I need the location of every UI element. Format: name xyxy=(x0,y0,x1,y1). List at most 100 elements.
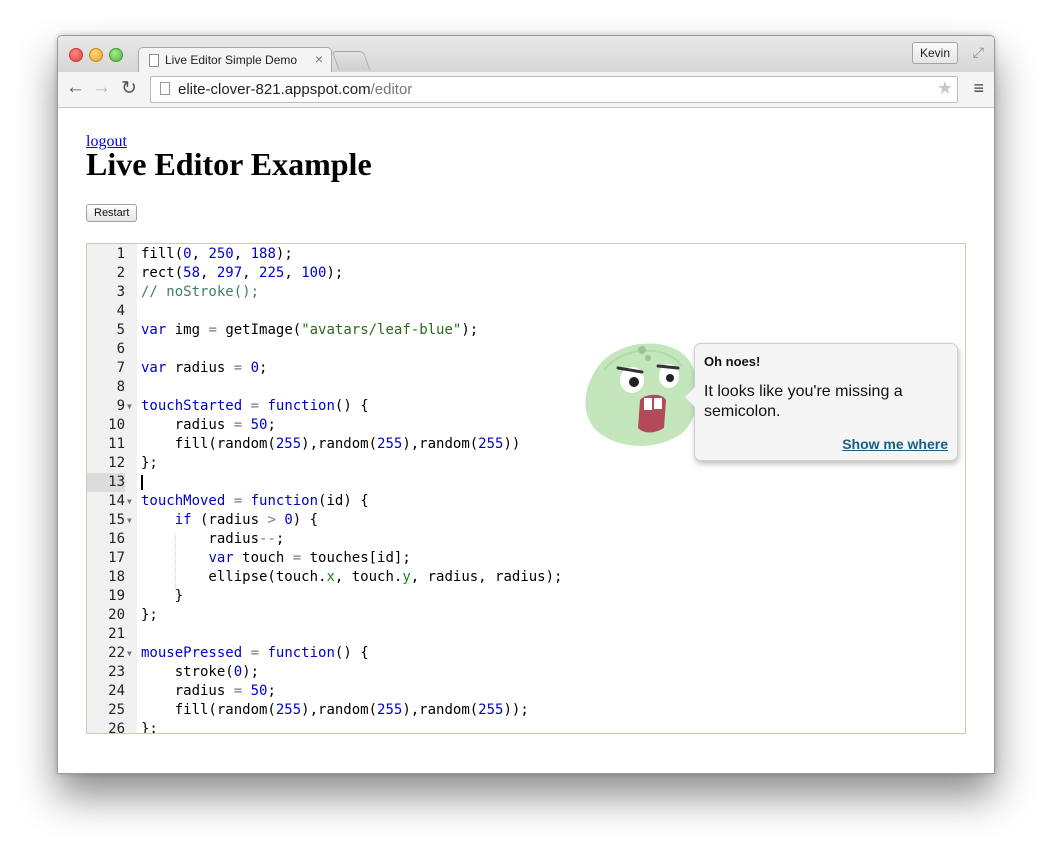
line-number: 2 xyxy=(116,265,125,281)
code-line[interactable]: 15 ▼ if (radius > 0) { xyxy=(87,511,965,530)
bubble-pointer xyxy=(685,387,695,407)
code-line[interactable]: 5 var img = getImage("avatars/leaf-blue")… xyxy=(87,321,965,340)
line-number: 8 xyxy=(116,379,125,395)
line-number: 4 xyxy=(116,303,125,319)
line-number: 6 xyxy=(116,341,125,357)
code-line[interactable]: 19 } xyxy=(87,587,965,606)
code-line[interactable]: 20}; xyxy=(87,606,965,625)
line-code: rect(58, 297, 225, 100); xyxy=(141,265,344,281)
page-icon xyxy=(149,54,159,67)
url-text: elite-clover-821.appspot.com/editor xyxy=(178,81,412,98)
code-line[interactable]: 18 ellipse(touch.x, touch.y, radius, rad… xyxy=(87,568,965,587)
line-code: radius--; xyxy=(141,531,285,547)
page-icon xyxy=(160,82,170,95)
browser-window: Live Editor Simple Demo × Kevin ⤢ ← → ↻ … xyxy=(57,35,995,774)
line-code: }; xyxy=(141,607,158,623)
fullscreen-icon[interactable]: ⤢ xyxy=(973,44,984,61)
profile-button[interactable]: Kevin xyxy=(911,42,958,64)
line-number: 20 xyxy=(108,607,125,623)
line-code: ellipse(touch.x, touch.y, radius, radius… xyxy=(141,569,563,585)
line-code: radius = 50; xyxy=(141,417,276,433)
line-number: 21 xyxy=(108,626,125,642)
bookmark-star-icon[interactable]: ★ xyxy=(937,78,953,99)
line-code: }; xyxy=(141,721,158,734)
title-bar: Live Editor Simple Demo × Kevin ⤢ xyxy=(58,36,994,74)
line-number: 11 xyxy=(108,436,125,452)
tab-title: Live Editor Simple Demo xyxy=(165,53,298,67)
line-code: var radius = 0; xyxy=(141,360,268,376)
code-line[interactable]: 24 radius = 50; xyxy=(87,682,965,701)
line-number: 17 xyxy=(108,550,125,566)
line-code: fill(random(255),random(255),random(255)… xyxy=(141,436,521,452)
tab-live-editor[interactable]: Live Editor Simple Demo × xyxy=(138,47,332,74)
line-code: var touch = touches[id]; xyxy=(208,550,411,566)
page-title: Live Editor Example xyxy=(86,146,372,182)
code-line[interactable]: 17 var touch = touches[id]; xyxy=(87,549,965,568)
line-code: stroke(0); xyxy=(141,664,260,680)
show-me-where-link[interactable]: Show me where xyxy=(842,436,948,452)
line-code: mousePressed = function() { xyxy=(141,645,369,661)
line-number: 9 xyxy=(116,398,125,414)
line-number: 19 xyxy=(108,588,125,604)
line-number: 1 xyxy=(116,246,125,262)
error-title: Oh noes! xyxy=(704,354,761,369)
code-line[interactable]: 22 ▼ mousePressed = function() { xyxy=(87,644,965,663)
line-number: 3 xyxy=(116,284,125,300)
restart-button[interactable]: Restart xyxy=(86,204,138,222)
forward-icon[interactable]: → xyxy=(92,77,111,99)
fold-arrow-icon[interactable]: ▼ xyxy=(127,492,132,511)
back-icon[interactable]: ← xyxy=(66,77,85,99)
line-number: 16 xyxy=(108,531,125,547)
code-line[interactable]: 1 fill(0, 250, 188); xyxy=(87,245,965,264)
error-bubble: Oh noes! It looks like you're missing a … xyxy=(685,343,958,461)
line-number: 15 xyxy=(108,512,125,528)
line-number: 14 xyxy=(108,493,125,509)
line-number: 18 xyxy=(108,569,125,585)
line-code: touchMoved = function(id) { xyxy=(141,493,369,509)
line-code: } xyxy=(141,588,184,604)
line-number: 24 xyxy=(108,683,125,699)
url-host: elite-clover-821.appspot.com xyxy=(178,81,371,98)
line-number: 10 xyxy=(108,417,125,433)
line-code: }; xyxy=(141,455,158,471)
code-line[interactable]: 26}; xyxy=(87,720,965,734)
line-number: 22 xyxy=(108,645,125,661)
code-line[interactable]: 16 radius--; xyxy=(87,530,965,549)
code-line[interactable]: 14 ▼ touchMoved = function(id) { xyxy=(87,492,965,511)
line-code: if (radius > 0) { xyxy=(174,512,319,528)
line-number: 12 xyxy=(108,455,125,471)
line-number: 23 xyxy=(108,664,125,680)
window-zoom-button[interactable] xyxy=(109,48,123,62)
line-code: radius = 50; xyxy=(141,683,276,699)
address-bar[interactable]: elite-clover-821.appspot.com/editor ★ xyxy=(150,76,958,103)
fold-arrow-icon[interactable]: ▼ xyxy=(127,511,132,530)
menu-icon[interactable]: ≡ xyxy=(973,78,984,99)
window-minimize-button[interactable] xyxy=(89,48,103,62)
line-code: fill(0, 250, 188); xyxy=(141,246,293,262)
line-code: touchStarted = function() { xyxy=(141,398,369,414)
line-number: 13 xyxy=(87,473,125,492)
code-line[interactable]: 13 xyxy=(87,473,965,492)
tab-close-icon[interactable]: × xyxy=(315,51,323,67)
line-number: 5 xyxy=(116,322,125,338)
error-message: It looks like you're missing a semicolon… xyxy=(704,383,903,420)
page-viewport: logout Live Editor Example Restart 1 fill… xyxy=(58,108,994,773)
line-number: 25 xyxy=(108,702,125,718)
code-line[interactable]: 25 fill(random(255),random(255),random(2… xyxy=(87,701,965,720)
fold-arrow-icon[interactable]: ▼ xyxy=(127,644,132,663)
browser-toolbar: ← → ↻ elite-clover-821.appspot.com/edito… xyxy=(58,72,994,108)
code-line[interactable]: 21 xyxy=(87,625,965,644)
code-line[interactable]: 3 // noStroke(); xyxy=(87,283,965,302)
window-close-button[interactable] xyxy=(69,48,83,62)
code-editor[interactable]: 1 fill(0, 250, 188); 2 rect(58, 297, 225, 1… xyxy=(86,243,966,734)
url-path: /editor xyxy=(370,81,413,98)
line-code: var img = getImage("avatars/leaf-blue"); xyxy=(141,322,479,338)
code-line[interactable]: 23 stroke(0); xyxy=(87,663,965,682)
line-number: 26 xyxy=(108,721,125,734)
code-line[interactable]: 4 xyxy=(87,302,965,321)
text-cursor xyxy=(141,475,143,490)
code-line[interactable]: 2 rect(58, 297, 225, 100); xyxy=(87,264,965,283)
fold-arrow-icon[interactable]: ▼ xyxy=(127,397,132,416)
reload-icon[interactable]: ↻ xyxy=(121,77,137,100)
new-tab-button[interactable] xyxy=(331,51,371,70)
